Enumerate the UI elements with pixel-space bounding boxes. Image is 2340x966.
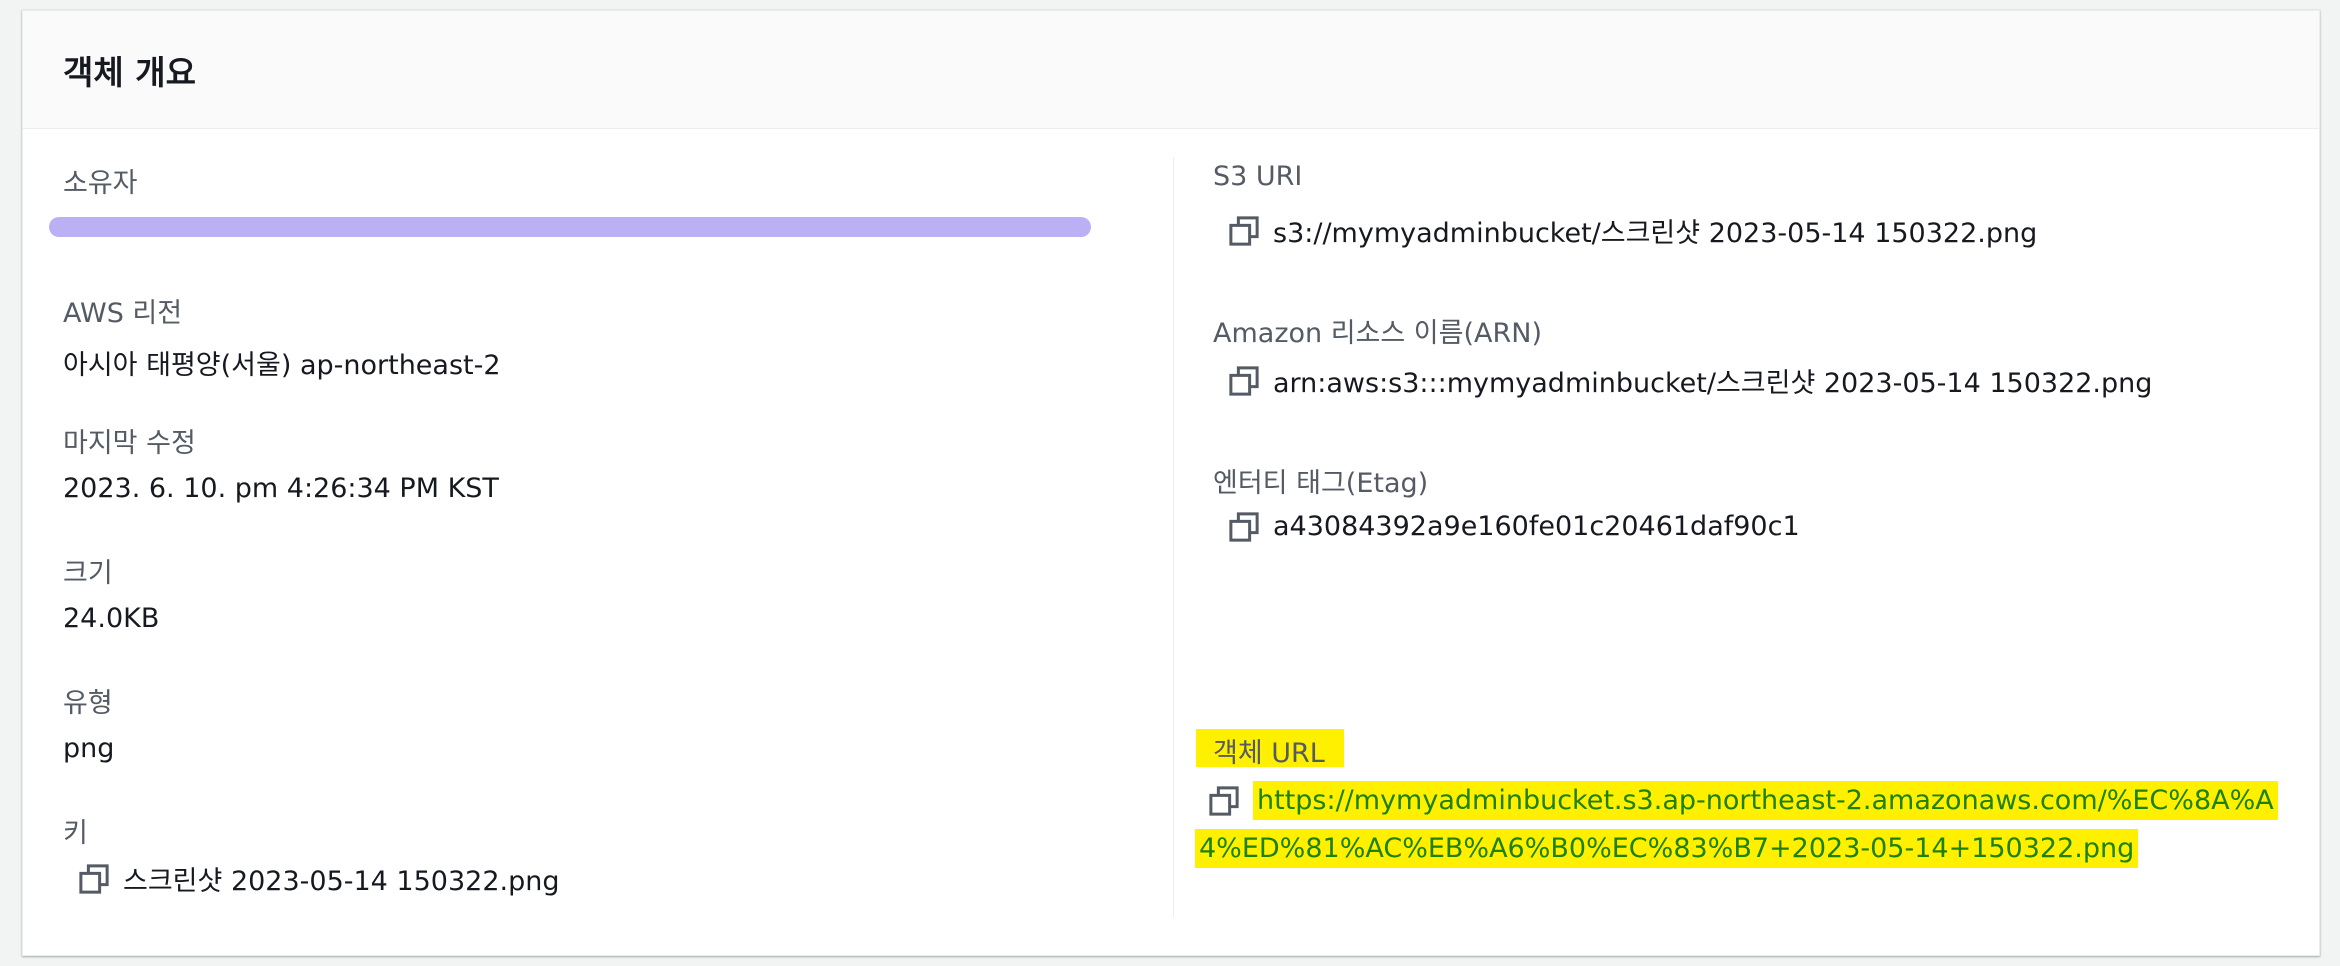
object-url-link[interactable]: https://mymyadminbucket.s3.ap-northeast-… bbox=[1253, 777, 2278, 825]
arn-label: Amazon 리소스 이름(ARN) bbox=[1213, 318, 1542, 349]
size-label: 크기 bbox=[63, 558, 113, 589]
region-label: AWS 리전 bbox=[63, 298, 183, 329]
panel-header: 객체 개요 bbox=[23, 11, 2319, 129]
object-overview-panel: 객체 개요 소유자 8f1f89ad8e9012f4b3c4d5e6f7a8b9… bbox=[22, 10, 2320, 956]
copy-icon[interactable] bbox=[1209, 786, 1239, 816]
etag-value: a43084392a9e160fe01c20461daf90c1 bbox=[1273, 511, 1800, 542]
s3-uri-value: s3://mymyadminbucket/스크린샷 2023-05-14 150… bbox=[1273, 218, 2038, 249]
object-url-line-1[interactable]: https://mymyadminbucket.s3.ap-northeast-… bbox=[1253, 781, 2278, 820]
arn-row: arn:aws:s3:::mymyadminbucket/스크린샷 2023-0… bbox=[1229, 361, 2152, 400]
object-url-link-continued[interactable]: 4%ED%81%AC%EB%A6%B0%EC%83%B7+2023-05-14+… bbox=[1195, 825, 2279, 873]
key-label: 키 bbox=[63, 818, 88, 849]
s3-uri-row: s3://mymyadminbucket/스크린샷 2023-05-14 150… bbox=[1229, 211, 2037, 250]
copy-icon[interactable] bbox=[1229, 215, 1259, 246]
s3-uri-label: S3 URI bbox=[1213, 161, 1303, 192]
object-url-row: https://mymyadminbucket.s3.ap-northeast-… bbox=[1195, 777, 2279, 873]
last-modified-value: 2023. 6. 10. pm 4:26:34 PM KST bbox=[63, 473, 499, 504]
object-url-line-2[interactable]: 4%ED%81%AC%EB%A6%B0%EC%83%B7+2023-05-14+… bbox=[1195, 829, 2139, 868]
owner-redaction bbox=[49, 217, 1091, 237]
etag-row: a43084392a9e160fe01c20461daf90c1 bbox=[1229, 511, 1800, 542]
etag-label: 엔터티 태그(Etag) bbox=[1213, 468, 1429, 499]
region-value: 아시아 태평양(서울) ap-northeast-2 bbox=[63, 350, 501, 381]
copy-icon[interactable] bbox=[1229, 365, 1259, 396]
object-url-label: 객체 URL bbox=[1213, 738, 1325, 769]
key-row: 스크린샷 2023-05-14 150322.png bbox=[79, 859, 559, 898]
copy-icon[interactable] bbox=[79, 863, 109, 894]
panel-title: 객체 개요 bbox=[63, 52, 196, 92]
column-divider bbox=[1173, 157, 1174, 917]
panel-body: 소유자 8f1f89ad8e9012f4b3c4d5e6f7a8b9c0d1e2… bbox=[23, 129, 2319, 955]
arn-value: arn:aws:s3:::mymyadminbucket/스크린샷 2023-0… bbox=[1273, 368, 2153, 399]
copy-icon[interactable] bbox=[1229, 511, 1259, 542]
type-label: 유형 bbox=[63, 688, 113, 719]
type-value: png bbox=[63, 733, 115, 764]
owner-label: 소유자 bbox=[63, 168, 138, 199]
key-value: 스크린샷 2023-05-14 150322.png bbox=[123, 866, 560, 897]
last-modified-label: 마지막 수정 bbox=[63, 428, 196, 459]
size-value: 24.0KB bbox=[63, 603, 160, 634]
